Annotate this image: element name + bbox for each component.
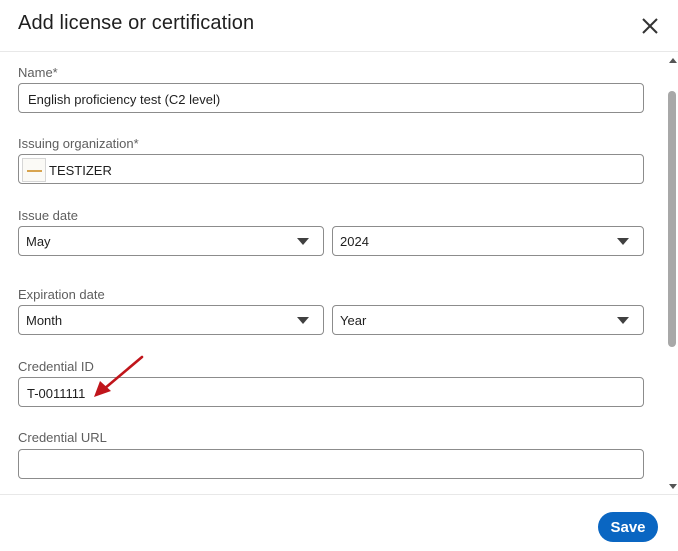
dialog-title: Add license or certification <box>18 12 255 34</box>
form-scroll-area[interactable]: Name* English proficiency test (C2 level… <box>0 53 678 494</box>
organization-logo-icon <box>22 158 46 182</box>
annotation-arrow-icon <box>94 355 144 397</box>
expiration-year-value: Year <box>340 313 367 328</box>
dialog-header: Add license or certification <box>0 0 678 52</box>
credential-id-value: T-0011111 <box>27 386 86 401</box>
name-value: English proficiency test (C2 level) <box>28 92 221 107</box>
issue-month-value: May <box>26 234 51 249</box>
scroll-up-arrow-icon[interactable] <box>669 58 677 63</box>
issue-month-select[interactable]: May <box>18 226 324 256</box>
expiration-month-select[interactable]: Month <box>18 305 324 335</box>
expiration-year-select[interactable]: Year <box>332 305 644 335</box>
issue-year-value: 2024 <box>340 234 369 249</box>
chevron-down-icon <box>617 238 629 245</box>
issue-date-label: Issue date <box>18 208 78 223</box>
issuing-organization-value: TESTIZER <box>49 163 112 178</box>
scrollbar-thumb[interactable] <box>668 91 676 347</box>
name-input[interactable]: English proficiency test (C2 level) <box>18 83 644 113</box>
issue-year-select[interactable]: 2024 <box>332 226 644 256</box>
credential-url-input[interactable] <box>18 449 644 479</box>
chevron-down-icon <box>297 317 309 324</box>
scroll-down-arrow-icon[interactable] <box>669 484 677 489</box>
close-icon <box>642 18 658 34</box>
issuing-organization-input[interactable]: TESTIZER <box>18 154 644 184</box>
chevron-down-icon <box>617 317 629 324</box>
save-button[interactable]: Save <box>598 512 658 542</box>
chevron-down-icon <box>297 238 309 245</box>
close-button[interactable] <box>636 12 664 40</box>
scrollbar[interactable] <box>668 53 678 494</box>
dialog-footer: Save <box>0 494 678 551</box>
expiration-date-label: Expiration date <box>18 287 105 302</box>
credential-url-label: Credential URL <box>18 430 107 445</box>
issuing-organization-label: Issuing organization* <box>18 136 139 151</box>
expiration-month-value: Month <box>26 313 63 328</box>
name-label: Name* <box>18 65 58 80</box>
